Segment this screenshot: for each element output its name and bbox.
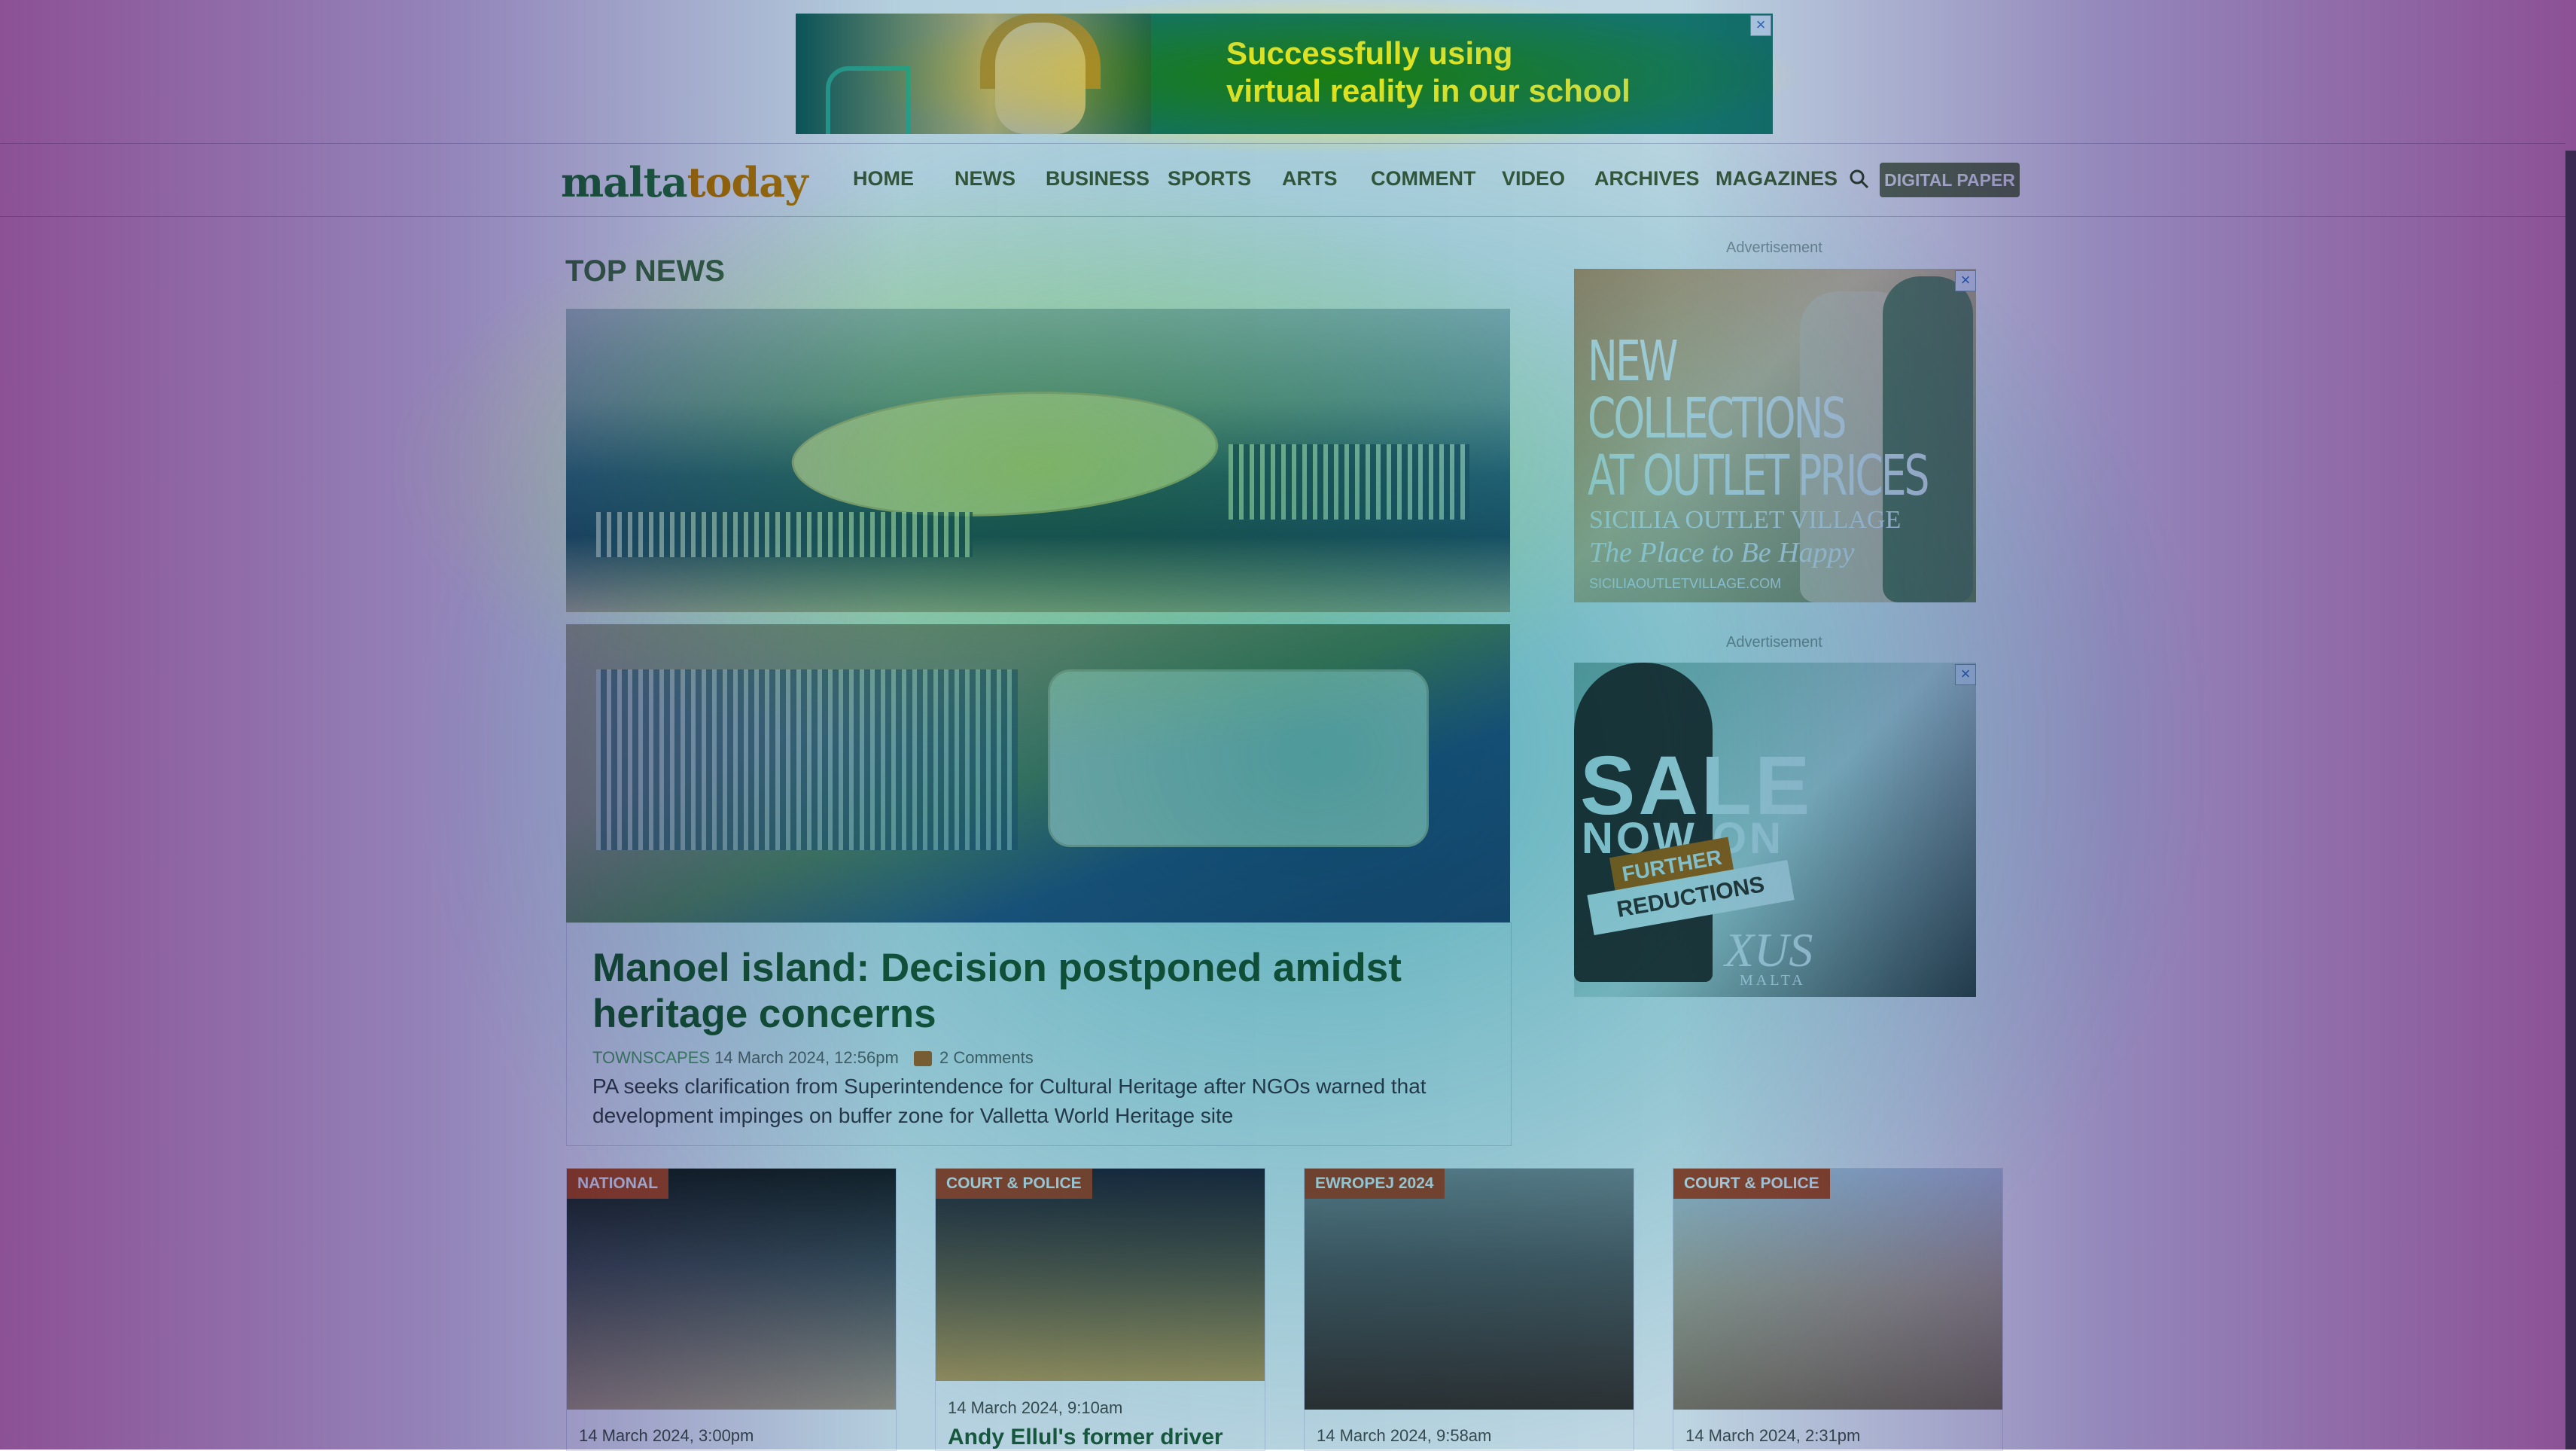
- nav-item-sports[interactable]: SPORTS: [1168, 167, 1251, 191]
- marina-boats: [1229, 444, 1469, 520]
- top-ad-text: Successfully using virtual reality in ou…: [1226, 35, 1753, 110]
- top-ad-line2: virtual reality in our school: [1226, 73, 1631, 108]
- development-buildings: [1048, 669, 1429, 847]
- news-card[interactable]: COURT & POLICE 14 March 2024, 9:10am And…: [935, 1168, 1265, 1451]
- close-icon[interactable]: ×: [1955, 270, 1976, 291]
- marina-boats: [596, 669, 1018, 850]
- ad-model: [1883, 276, 1973, 602]
- nav-item-magazines[interactable]: MAGAZINES: [1716, 167, 1838, 191]
- section-title-top-news: TOP NEWS: [565, 255, 725, 288]
- nav-item-news[interactable]: NEWS: [955, 167, 1015, 191]
- outlet-ad-url: SICILIAOUTLETVILLAGE.COM: [1589, 576, 1782, 591]
- card-date: 14 March 2024, 9:58am: [1317, 1426, 1492, 1445]
- site-logo[interactable]: maltatoday: [561, 158, 808, 206]
- nav-item-archives[interactable]: ARCHIVES: [1594, 167, 1700, 191]
- sale-ad-brand: XUS MALTA: [1725, 922, 1813, 989]
- digital-paper-button[interactable]: DIGITAL PAPER: [1880, 163, 2020, 197]
- ad-decoration: [826, 66, 910, 134]
- nav-item-comment[interactable]: COMMENT: [1371, 167, 1475, 191]
- search-icon[interactable]: [1849, 169, 1870, 190]
- outlet-ad-brand: SICILIA OUTLET VILLAGE: [1589, 506, 1902, 534]
- close-icon[interactable]: ×: [1750, 15, 1771, 36]
- lead-meta: TOWNSCAPES 14 March 2024, 12:56pm 2 Comm…: [592, 1048, 1034, 1068]
- card-category-badge[interactable]: EWROPEJ 2024: [1305, 1169, 1445, 1199]
- news-card[interactable]: NATIONAL 14 March 2024, 3:00pm: [566, 1168, 897, 1451]
- card-category-badge[interactable]: COURT & POLICE: [936, 1169, 1092, 1199]
- nav-item-business[interactable]: BUSINESS: [1046, 167, 1149, 191]
- sidebar-ad-sale[interactable]: SALE NOW ON FURTHER REDUCTIONS XUS MALTA…: [1574, 663, 1976, 997]
- marina-boats: [596, 512, 973, 557]
- ad-portrait-face: [995, 23, 1086, 134]
- top-banner-ad[interactable]: Successfully using virtual reality in ou…: [796, 14, 1773, 134]
- outlet-ad-line2: COLLECTIONS: [1588, 386, 1847, 451]
- news-card[interactable]: COURT & POLICE 14 March 2024, 2:31pm: [1673, 1168, 2003, 1451]
- card-date: 14 March 2024, 3:00pm: [579, 1426, 754, 1445]
- lead-image-aerial-2[interactable]: [566, 624, 1510, 922]
- outlet-ad-tagline: The Place to Be Happy: [1589, 537, 1855, 569]
- logo-part-today: today: [687, 158, 808, 206]
- comment-icon: [913, 1051, 932, 1067]
- ad-label: Advertisement: [1726, 239, 1822, 256]
- news-card[interactable]: EWROPEJ 2024 14 March 2024, 9:58am: [1304, 1168, 1634, 1451]
- sidebar-ad-outlet[interactable]: NEW COLLECTIONS AT OUTLET PRICES SICILIA…: [1574, 269, 1976, 602]
- ad-portrait-image: [796, 14, 1151, 134]
- top-ad-line1: Successfully using: [1226, 35, 1513, 71]
- card-category-badge[interactable]: COURT & POLICE: [1673, 1169, 1830, 1199]
- lead-category[interactable]: TOWNSCAPES: [592, 1048, 710, 1067]
- sale-ad-brand-name: XUS: [1725, 923, 1813, 977]
- card-date: 14 March 2024, 9:10am: [948, 1398, 1123, 1417]
- nav-item-video[interactable]: VIDEO: [1502, 167, 1565, 191]
- lead-date: 14 March 2024, 12:56pm: [714, 1048, 899, 1067]
- card-category-badge[interactable]: NATIONAL: [567, 1169, 668, 1199]
- lead-image-aerial-1[interactable]: [566, 309, 1510, 612]
- close-icon[interactable]: ×: [1955, 664, 1976, 685]
- card-date: 14 March 2024, 2:31pm: [1685, 1426, 1861, 1445]
- outlet-ad-line1: NEW: [1588, 329, 1678, 394]
- page-scrollbar[interactable]: [2565, 151, 2576, 1449]
- card-thumbnail[interactable]: [1673, 1169, 2002, 1410]
- outlet-ad-line3: AT OUTLET PRICES: [1588, 444, 1929, 508]
- lead-headline[interactable]: Manoel island: Decision postponed amidst…: [592, 945, 1481, 1037]
- logo-part-malta: malta: [561, 158, 688, 206]
- card-thumbnail[interactable]: [567, 1169, 896, 1410]
- nav-item-home[interactable]: HOME: [853, 167, 914, 191]
- outlet-ad-headline: NEW COLLECTIONS AT OUTLET PRICES: [1588, 329, 1929, 508]
- nav-item-arts[interactable]: ARTS: [1282, 167, 1338, 191]
- card-title[interactable]: Andy Ellul's former driver: [948, 1425, 1223, 1450]
- card-thumbnail[interactable]: [936, 1169, 1265, 1381]
- ad-label: Advertisement: [1726, 634, 1822, 651]
- card-thumbnail[interactable]: [1305, 1169, 1634, 1410]
- sale-ad-brand-sub: MALTA: [1740, 972, 1806, 989]
- lead-standfirst: PA seeks clarification from Superintende…: [592, 1075, 1427, 1127]
- lead-comments-link[interactable]: 2 Comments: [939, 1048, 1034, 1067]
